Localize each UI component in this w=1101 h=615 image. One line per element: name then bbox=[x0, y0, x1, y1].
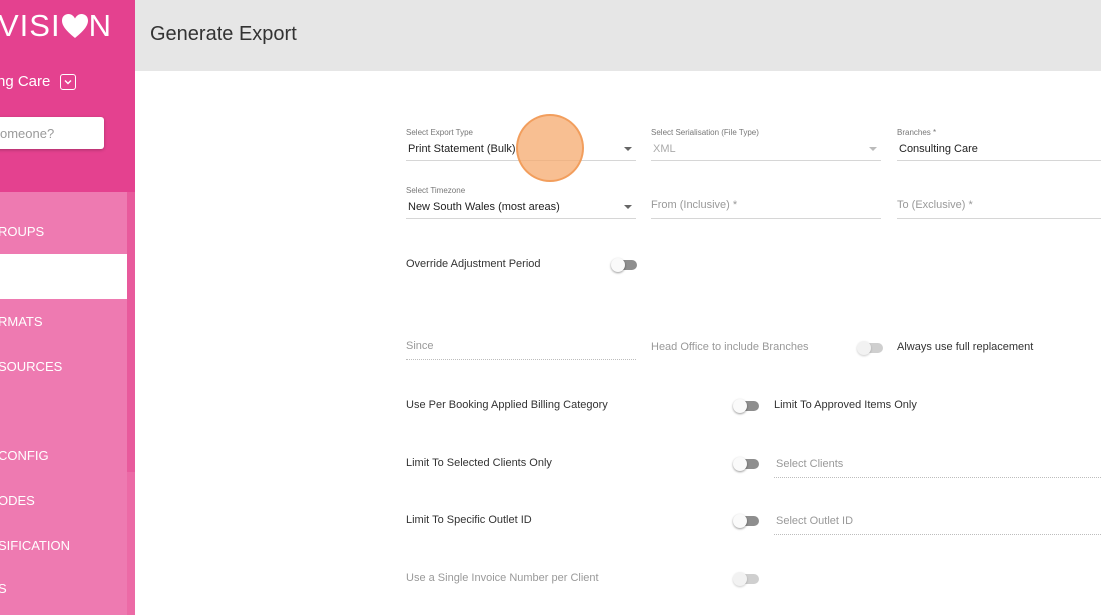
sidebar-item-label: RMATS bbox=[0, 314, 43, 329]
dropdown-arrow-icon bbox=[869, 147, 877, 151]
per-booking-toggle[interactable] bbox=[733, 399, 759, 413]
page-title: Generate Export bbox=[150, 23, 297, 45]
select-clients-input[interactable]: Select Clients bbox=[774, 448, 1101, 478]
sidebar-item-label: SIFICATION bbox=[0, 538, 70, 553]
branches-select[interactable]: Branches * Consulting Care bbox=[897, 128, 1101, 161]
outlet-id-toggle[interactable] bbox=[733, 514, 759, 528]
selected-clients-label: Limit To Selected Clients Only bbox=[406, 457, 552, 469]
search-input[interactable] bbox=[0, 117, 104, 149]
organisation-selector[interactable]: ng Care bbox=[0, 73, 77, 90]
dropdown-arrow-icon bbox=[624, 147, 632, 151]
serialisation-label: Select Serialisation (File Type) bbox=[651, 128, 759, 137]
page-header: Generate Export bbox=[135, 0, 1101, 71]
sidebar-item-label: ODES bbox=[0, 493, 35, 508]
export-type-value: Print Statement (Bulk) bbox=[408, 143, 516, 155]
per-booking-label: Use Per Booking Applied Billing Category bbox=[406, 399, 608, 411]
sidebar-item-active[interactable] bbox=[0, 254, 127, 299]
sidebar-search[interactable] bbox=[0, 117, 104, 149]
from-date-input[interactable]: From (Inclusive) * bbox=[651, 189, 881, 219]
single-invoice-toggle[interactable] bbox=[733, 572, 759, 586]
organisation-name: ng Care bbox=[0, 73, 51, 90]
branches-value: Consulting Care bbox=[899, 143, 978, 155]
sidebar-item-label: CONFIG bbox=[0, 448, 49, 463]
select-outlet-input[interactable]: Select Outlet ID bbox=[774, 505, 1101, 535]
timezone-select[interactable]: Select Timezone New South Wales (most ar… bbox=[406, 186, 636, 219]
timezone-value: New South Wales (most areas) bbox=[408, 201, 560, 213]
sidebar-item-label: ROUPS bbox=[0, 224, 45, 239]
sidebar-item-config[interactable]: CONFIG bbox=[0, 433, 127, 478]
head-office-toggle[interactable] bbox=[857, 341, 883, 355]
from-date-placeholder: From (Inclusive) * bbox=[651, 199, 738, 211]
override-adjustment-toggle[interactable] bbox=[611, 258, 637, 272]
sidebar-item-label: SOURCES bbox=[0, 359, 63, 374]
export-type-select[interactable]: Select Export Type Print Statement (Bulk… bbox=[406, 128, 636, 161]
sidebar-item-label: S bbox=[0, 581, 7, 596]
sidebar: VISIN ng Care ROUPS RMATS SOURCES CONFIG… bbox=[0, 0, 135, 615]
export-type-label: Select Export Type bbox=[406, 128, 473, 137]
dropdown-arrow-icon bbox=[624, 205, 632, 209]
to-date-placeholder: To (Exclusive) * bbox=[897, 199, 973, 211]
timezone-label: Select Timezone bbox=[406, 186, 466, 195]
single-invoice-label: Use a Single Invoice Number per Client bbox=[406, 572, 599, 584]
since-placeholder: Since bbox=[406, 340, 434, 352]
sidebar-item-classification[interactable]: SIFICATION bbox=[0, 523, 127, 568]
selected-clients-toggle[interactable] bbox=[733, 457, 759, 471]
sidebar-item-s[interactable]: S bbox=[0, 566, 127, 611]
select-clients-placeholder: Select Clients bbox=[776, 458, 844, 470]
sidebar-item-formats[interactable]: RMATS bbox=[0, 299, 127, 344]
branches-label: Branches * bbox=[897, 128, 937, 137]
sidebar-header: VISI N ng Care bbox=[0, 0, 135, 192]
heart-icon bbox=[61, 11, 89, 47]
select-outlet-placeholder: Select Outlet ID bbox=[776, 515, 854, 527]
app-logo: VISI N bbox=[0, 8, 112, 47]
since-input[interactable]: Since bbox=[406, 330, 636, 360]
chevron-down-icon[interactable] bbox=[60, 73, 77, 90]
serialisation-value: XML bbox=[653, 143, 676, 155]
sidebar-item-sources[interactable]: SOURCES bbox=[0, 344, 127, 389]
to-date-input[interactable]: To (Exclusive) * bbox=[897, 189, 1101, 219]
sidebar-scrollbar-thumb[interactable] bbox=[127, 192, 135, 472]
serialisation-select[interactable]: Select Serialisation (File Type) XML bbox=[651, 128, 881, 161]
approved-only-label: Limit To Approved Items Only bbox=[774, 399, 917, 411]
sidebar-item-groups[interactable]: ROUPS bbox=[0, 209, 127, 254]
sidebar-item-blank[interactable] bbox=[0, 389, 127, 434]
outlet-id-label: Limit To Specific Outlet ID bbox=[406, 514, 532, 526]
sidebar-item-codes[interactable]: ODES bbox=[0, 478, 127, 523]
override-adjustment-label: Override Adjustment Period bbox=[406, 258, 541, 270]
full-replacement-label: Always use full replacement bbox=[897, 341, 1034, 353]
head-office-label: Head Office to include Branches bbox=[651, 341, 809, 353]
